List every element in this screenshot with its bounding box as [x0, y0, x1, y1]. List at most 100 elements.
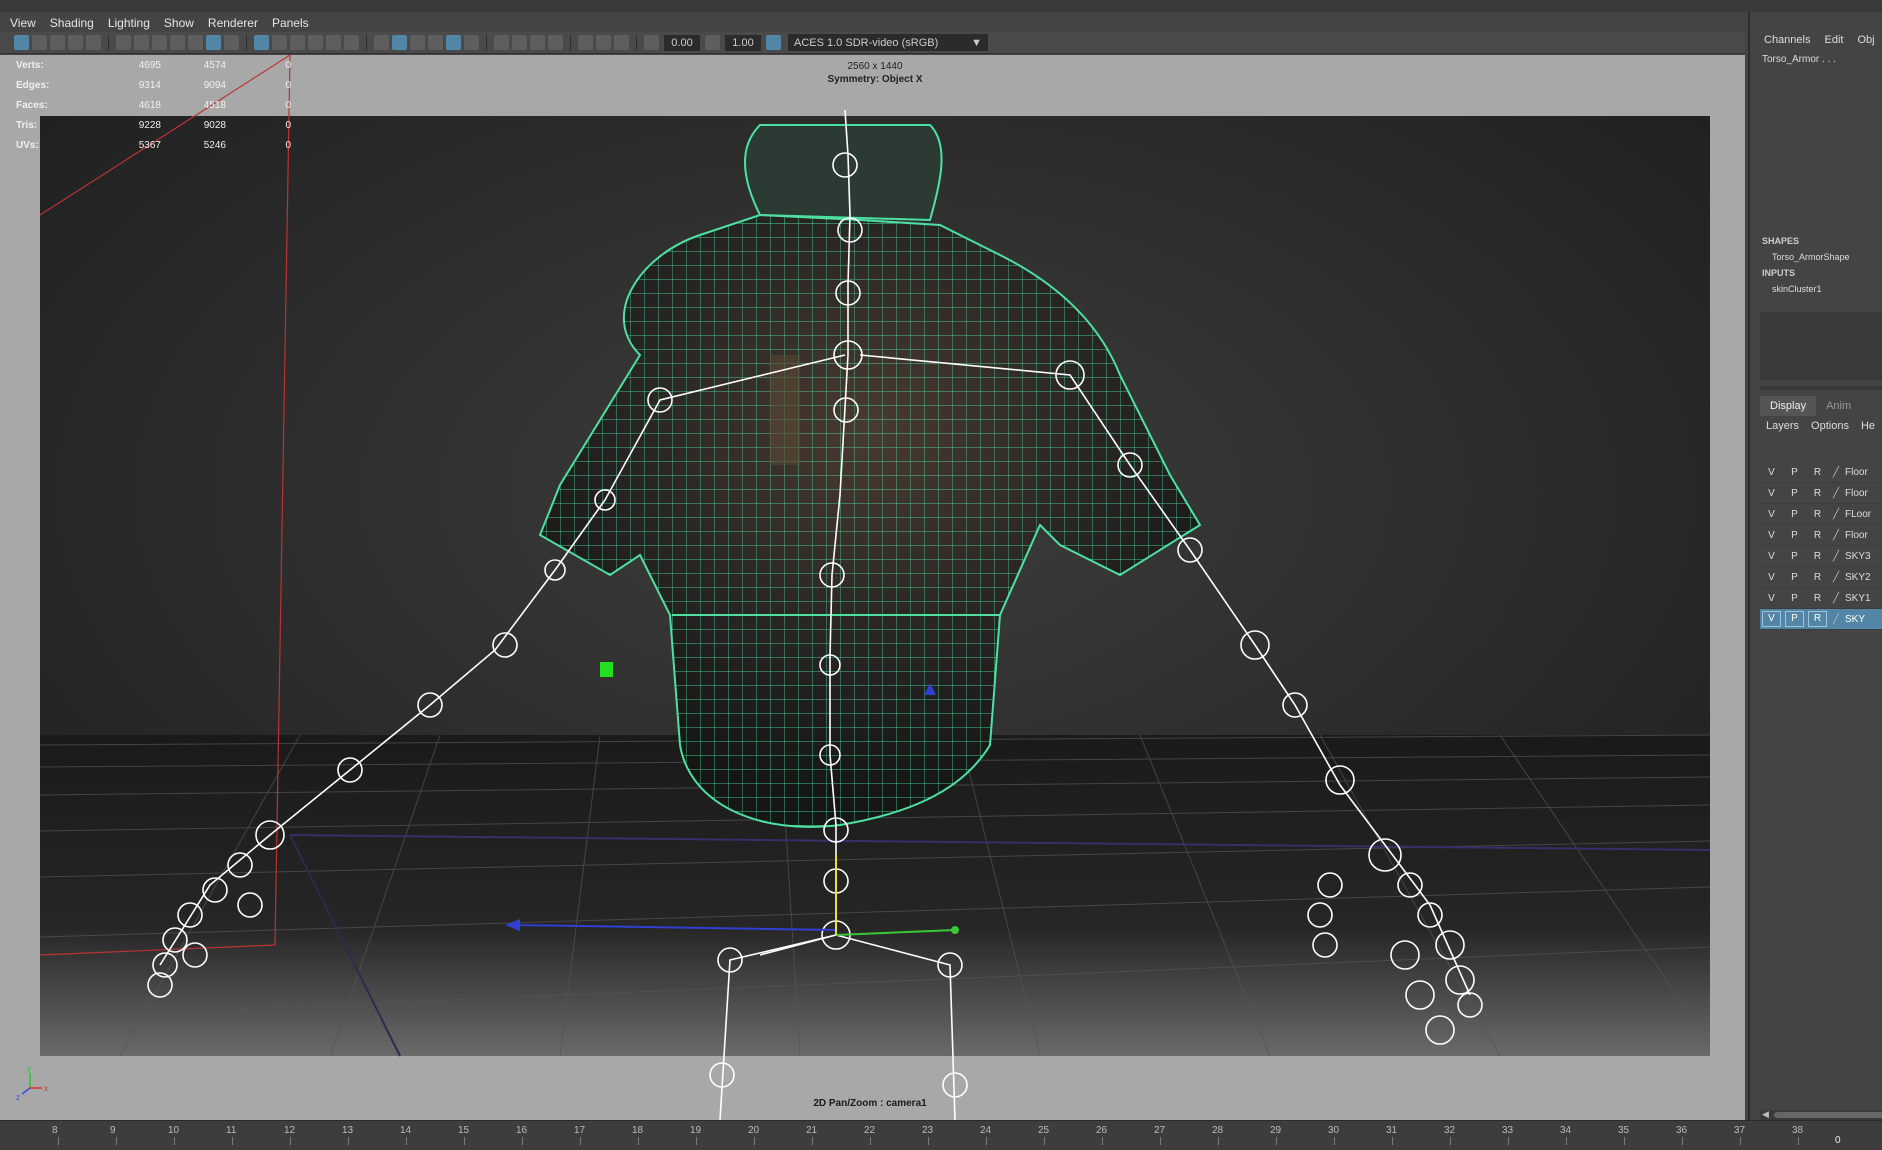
layer-playback-toggle[interactable]: P — [1783, 551, 1806, 562]
safe-action-icon[interactable] — [206, 35, 221, 50]
camera-sequencer-icon[interactable] — [596, 35, 611, 50]
motion-blur-icon[interactable] — [512, 35, 527, 50]
resolution-gate-icon[interactable] — [152, 35, 167, 50]
menu-help[interactable]: He — [1861, 420, 1875, 432]
default-material-icon[interactable] — [308, 35, 323, 50]
xray-joints-icon[interactable] — [428, 35, 443, 50]
scrollbar-thumb[interactable] — [1774, 1112, 1882, 1118]
menu-renderer[interactable]: Renderer — [208, 16, 258, 30]
use-lights-icon[interactable] — [344, 35, 359, 50]
layer-visibility-toggle[interactable]: V — [1760, 572, 1783, 583]
color-management-icon[interactable] — [766, 35, 781, 50]
exposure-field[interactable]: 0.00 — [664, 34, 700, 51]
selected-object-name[interactable]: Torso_Armor . . . — [1750, 46, 1882, 65]
layer-color-swatch[interactable]: ╱ — [1829, 488, 1843, 499]
gamma-field[interactable]: 1.00 — [725, 34, 761, 51]
layer-visibility-toggle[interactable]: V — [1760, 530, 1783, 541]
tab-edit[interactable]: Edit — [1824, 34, 1843, 46]
select-camera-icon[interactable] — [14, 35, 29, 50]
two-d-pan-icon[interactable] — [86, 35, 101, 50]
shape-node[interactable]: Torso_ArmorShape — [1772, 252, 1850, 262]
layer-reference-toggle[interactable]: R — [1806, 593, 1829, 604]
xray-icon[interactable] — [410, 35, 425, 50]
exposure-icon[interactable] — [644, 35, 659, 50]
layer-row[interactable]: V P R ╱ SKY3 — [1760, 546, 1882, 567]
textured-icon[interactable] — [326, 35, 341, 50]
layer-playback-toggle[interactable]: P — [1783, 467, 1806, 478]
menu-view[interactable]: View — [10, 16, 36, 30]
grease-pencil-icon[interactable] — [116, 35, 131, 50]
smooth-shade-icon[interactable] — [290, 35, 305, 50]
layer-visibility-toggle[interactable]: V — [1760, 593, 1783, 604]
layer-row[interactable]: V P R ╱ FLoor — [1760, 504, 1882, 525]
layer-row[interactable]: V P R ╱ Floor — [1760, 462, 1882, 483]
layer-playback-toggle[interactable]: P — [1783, 572, 1806, 583]
image-plane-icon[interactable] — [68, 35, 83, 50]
tab-display[interactable]: Display — [1760, 396, 1817, 416]
layer-reference-toggle[interactable]: R — [1806, 509, 1829, 520]
layer-playback-toggle[interactable]: P — [1783, 509, 1806, 520]
layer-visibility-toggle[interactable]: V — [1760, 488, 1783, 499]
film-gate-icon[interactable] — [134, 35, 149, 50]
view-transform-dropdown[interactable]: ACES 1.0 SDR-video (sRGB) ▼ — [788, 34, 988, 51]
layer-visibility-toggle[interactable]: V — [1760, 467, 1783, 478]
tab-anim[interactable]: Anim — [1816, 396, 1861, 416]
layer-visibility-toggle[interactable]: V — [1760, 551, 1783, 562]
tab-object[interactable]: Obj — [1857, 34, 1874, 46]
layer-color-swatch[interactable]: ╱ — [1829, 572, 1843, 583]
input-node[interactable]: skinCluster1 — [1772, 284, 1822, 294]
menu-layers[interactable]: Layers — [1766, 420, 1799, 432]
anti-aliasing-icon[interactable] — [530, 35, 545, 50]
backface-culling-icon[interactable] — [464, 35, 479, 50]
scroll-left-icon[interactable]: ◀ — [1762, 1109, 1769, 1120]
ambient-occlusion-icon[interactable] — [494, 35, 509, 50]
wireframe-icon[interactable] — [272, 35, 287, 50]
gamma-icon[interactable] — [705, 35, 720, 50]
layer-reference-toggle[interactable]: R — [1808, 611, 1827, 627]
layer-row[interactable]: V P R ╱ SKY1 — [1760, 588, 1882, 609]
layer-row-selected[interactable]: V P R ╱ SKY — [1760, 609, 1882, 630]
layer-playback-toggle[interactable]: P — [1783, 488, 1806, 499]
layer-playback-toggle[interactable]: P — [1783, 530, 1806, 541]
menu-show[interactable]: Show — [164, 16, 194, 30]
layer-color-swatch[interactable]: ╱ — [1829, 530, 1843, 541]
safe-title-icon[interactable] — [224, 35, 239, 50]
time-slider[interactable]: 8 9 10 11 12 13 14 15 16 17 18 19 20 21 22 23 24 25 26 27 28… — [0, 1120, 1882, 1150]
bookmark-icon[interactable] — [50, 35, 65, 50]
grid-icon[interactable] — [254, 35, 269, 50]
shadows-icon[interactable] — [374, 35, 389, 50]
layer-color-swatch[interactable]: ╱ — [1829, 551, 1843, 562]
layer-color-swatch[interactable]: ╱ — [1829, 509, 1843, 520]
layer-reference-toggle[interactable]: R — [1806, 551, 1829, 562]
field-chart-icon[interactable] — [188, 35, 203, 50]
menu-panels[interactable]: Panels — [272, 16, 309, 30]
layer-visibility-toggle[interactable]: V — [1762, 611, 1781, 627]
layer-reference-toggle[interactable]: R — [1806, 572, 1829, 583]
menu-shading[interactable]: Shading — [50, 16, 94, 30]
gate-mask-icon[interactable] — [170, 35, 185, 50]
depth-of-field-icon[interactable] — [548, 35, 563, 50]
isolate-select-icon[interactable] — [578, 35, 593, 50]
wireframe-on-shaded-icon[interactable] — [392, 35, 407, 50]
layer-color-swatch[interactable]: ╱ — [1829, 593, 1843, 604]
tab-channels[interactable]: Channels — [1764, 34, 1810, 46]
xray-active-icon[interactable] — [446, 35, 461, 50]
layer-color-swatch[interactable]: ╱ — [1829, 614, 1843, 625]
viewport-panel[interactable]: y x z Verts: 4695 4574 0 Edges: 9314 909… — [0, 55, 1745, 1120]
layer-row[interactable]: V P R ╱ Floor — [1760, 483, 1882, 504]
panel-splitter[interactable] — [1760, 386, 1882, 390]
camera-attributes-icon[interactable] — [32, 35, 47, 50]
hud-toggle-icon[interactable] — [614, 35, 629, 50]
layer-row[interactable]: V P R ╱ Floor — [1760, 525, 1882, 546]
menu-lighting[interactable]: Lighting — [108, 16, 150, 30]
layer-editor-scrollbar[interactable]: ◀ — [1760, 1109, 1882, 1120]
layer-playback-toggle[interactable]: P — [1783, 593, 1806, 604]
layer-visibility-toggle[interactable]: V — [1760, 509, 1783, 520]
layer-reference-toggle[interactable]: R — [1806, 530, 1829, 541]
layer-reference-toggle[interactable]: R — [1806, 467, 1829, 478]
layer-reference-toggle[interactable]: R — [1806, 488, 1829, 499]
menu-options[interactable]: Options — [1811, 420, 1849, 432]
layer-row[interactable]: V P R ╱ SKY2 — [1760, 567, 1882, 588]
layer-playback-toggle[interactable]: P — [1785, 611, 1804, 627]
layer-color-swatch[interactable]: ╱ — [1829, 467, 1843, 478]
